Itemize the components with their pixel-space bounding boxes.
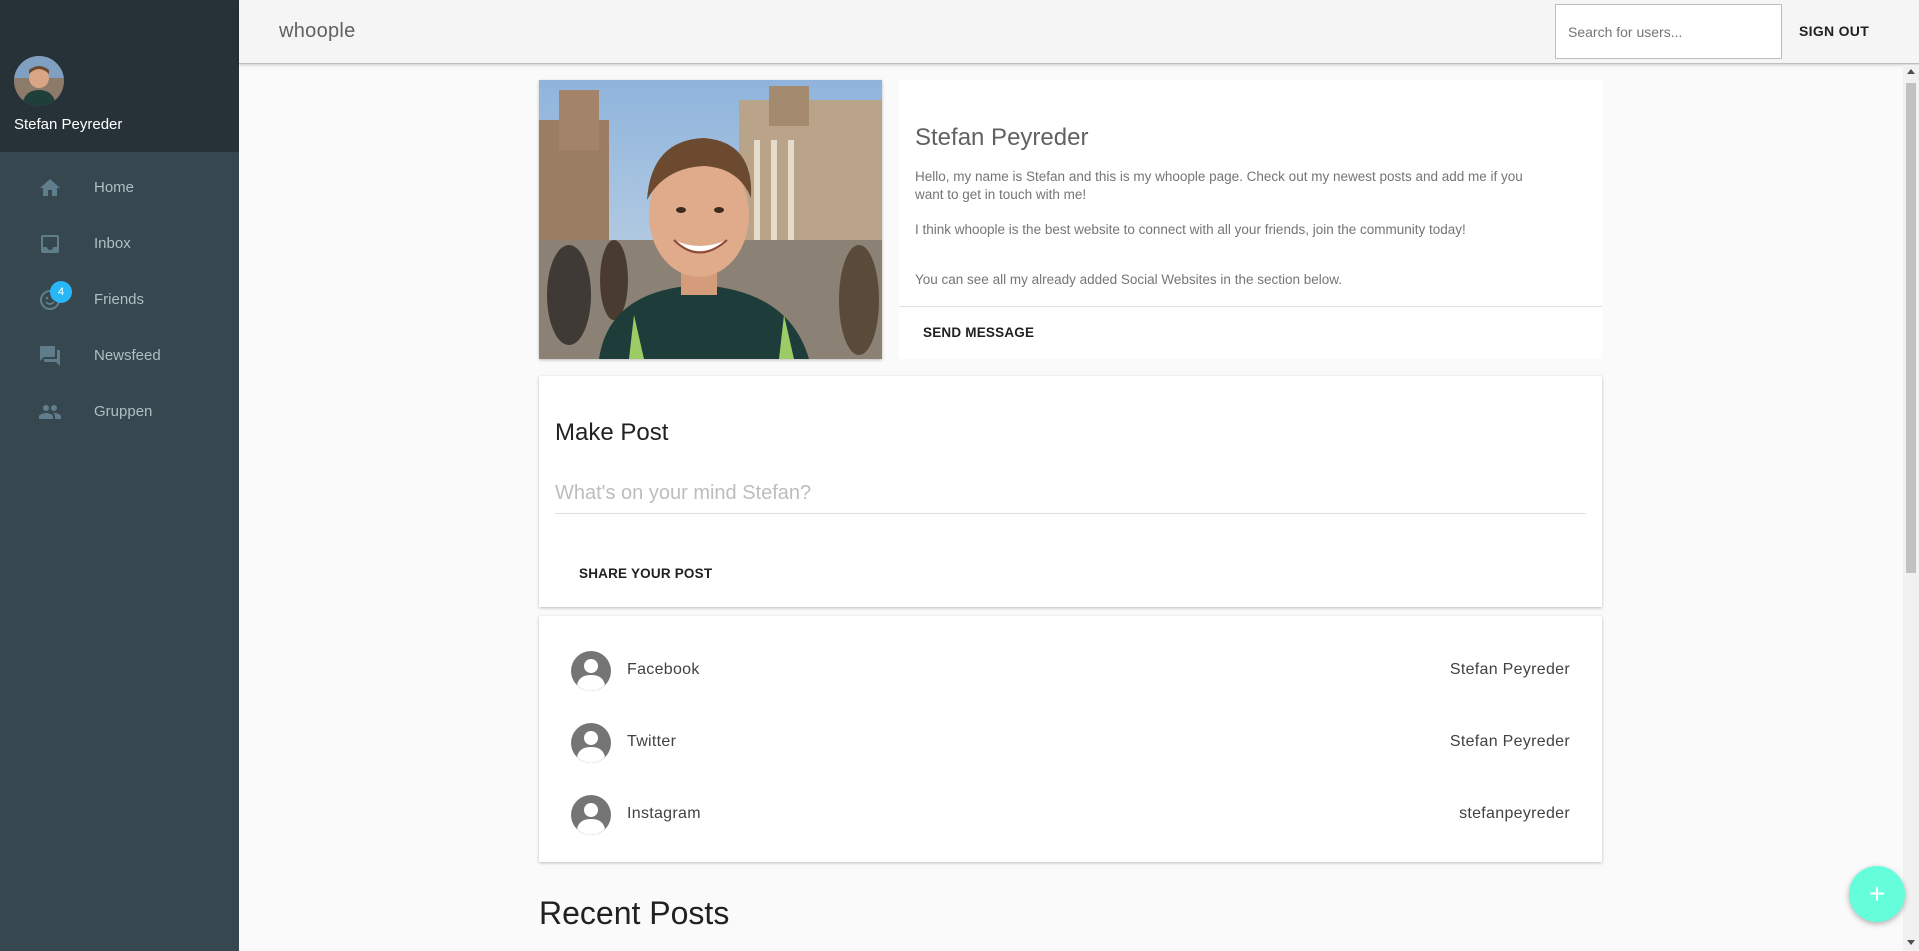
social-site-name: Facebook [627, 661, 700, 678]
make-post-title: Make Post [555, 419, 669, 446]
app-title[interactable]: whoople [279, 20, 356, 43]
people-icon [39, 405, 61, 419]
sidebar-item-label: Gruppen [94, 402, 153, 420]
social-handle: Stefan Peyreder [1449, 661, 1570, 678]
top-bar: whoople SIGN OUT [239, 0, 1919, 64]
avatar[interactable] [14, 56, 64, 106]
sidebar: Stefan Peyreder Home Inbox 4 Friends New… [0, 0, 239, 951]
sidebar-header: Stefan Peyreder [0, 0, 239, 152]
sidebar-item-label: Inbox [94, 234, 131, 252]
list-item[interactable]: Facebook Stefan Peyreder [539, 636, 1602, 708]
profile-bio-1: Hello, my name is Stefan and this is my … [915, 169, 1523, 202]
sign-out-button[interactable]: SIGN OUT [1799, 23, 1869, 39]
send-message-button[interactable]: SEND MESSAGE [923, 325, 1034, 340]
share-post-button[interactable]: SHARE YOUR POST [579, 566, 712, 581]
social-handle: stefanpeyreder [1459, 805, 1570, 822]
profile-bio-3: You can see all my already added Social … [915, 272, 1343, 287]
main-content: Stefan Peyreder Hello, my name is Stefan… [239, 65, 1903, 951]
profile-info-card: Stefan Peyreder Hello, my name is Stefan… [899, 80, 1602, 359]
sidebar-item-inbox[interactable]: Inbox [0, 215, 239, 271]
list-item[interactable]: Instagram stefanpeyreder [539, 780, 1602, 852]
sidebar-item-label: Friends [94, 290, 145, 308]
profile-photo [539, 80, 882, 359]
scroll-down-arrow-icon[interactable] [1907, 940, 1915, 945]
account-circle-icon [571, 795, 611, 835]
social-list-card: Facebook Stefan Peyreder Twitter Stefan … [539, 616, 1602, 862]
list-item[interactable]: Twitter Stefan Peyreder [539, 708, 1602, 780]
home-icon [40, 179, 60, 196]
account-circle-icon [571, 651, 611, 691]
account-circle-icon [571, 723, 611, 763]
add-fab-button[interactable]: + [1849, 866, 1905, 922]
sidebar-item-newsfeed[interactable]: Newsfeed [0, 327, 239, 383]
scroll-up-arrow-icon[interactable] [1907, 69, 1915, 74]
sidebar-item-home[interactable]: Home [0, 159, 239, 215]
sidebar-item-label: Home [94, 178, 135, 196]
friends-badge: 4 [50, 281, 72, 303]
profile-bio-2: I think whoople is the best website to c… [915, 222, 1466, 237]
scrollbar-thumb[interactable] [1906, 83, 1916, 573]
plus-icon: + [1868, 878, 1886, 909]
sidebar-user-name: Stefan Peyreder [14, 116, 123, 133]
post-input[interactable] [555, 474, 1586, 514]
recent-posts-heading: Recent Posts [539, 895, 730, 931]
sidebar-item-friends[interactable]: 4 Friends [0, 271, 239, 327]
scrollbar[interactable] [1903, 65, 1919, 951]
search-box [1555, 4, 1782, 59]
sidebar-nav: Home Inbox 4 Friends Newsfeed Gruppen [0, 159, 239, 439]
social-handle: Stefan Peyreder [1449, 733, 1570, 750]
divider [899, 306, 1602, 307]
social-site-name: Twitter [627, 733, 677, 750]
social-site-name: Instagram [627, 805, 701, 822]
make-post-card: Make Post SHARE YOUR POST [539, 376, 1602, 607]
sidebar-item-gruppen[interactable]: Gruppen [0, 383, 239, 439]
search-input[interactable] [1556, 5, 1781, 58]
profile-name: Stefan Peyreder [915, 124, 1089, 151]
inbox-icon [41, 235, 59, 253]
forum-icon [40, 346, 60, 366]
sidebar-item-label: Newsfeed [94, 346, 161, 364]
